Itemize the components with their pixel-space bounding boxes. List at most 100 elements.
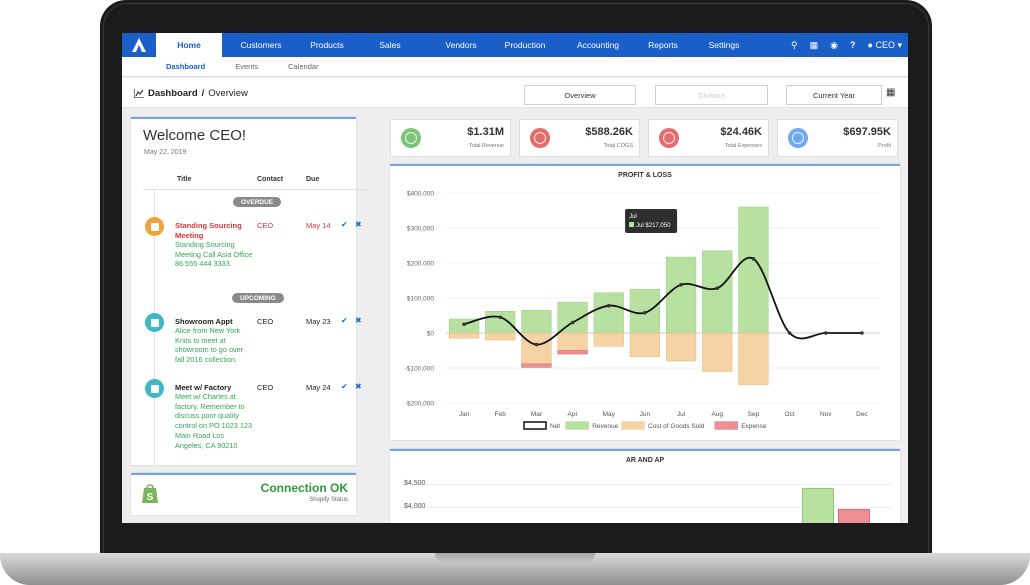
kpi-card[interactable]: $697.95K Profit — [777, 119, 898, 157]
y-tick-label: $100,000 — [407, 296, 434, 303]
kpi-value: $1.31M — [467, 126, 504, 138]
x-tick-label: May — [603, 411, 616, 418]
x-tick-label: Aug — [711, 411, 723, 418]
x-tick-label: Feb — [495, 411, 507, 418]
cogs-bar — [629, 332, 661, 358]
nav-production[interactable]: Production — [496, 33, 554, 57]
breadcrumb: Dashboard / Overview — [134, 88, 248, 99]
kpi-value: $24.46K — [720, 126, 762, 138]
event-due: May 14 — [306, 221, 331, 230]
cogs-bar — [665, 332, 697, 362]
breadcrumb-page: Overview — [208, 88, 248, 99]
kpi-card[interactable]: $1.31M Total Revenue — [390, 119, 511, 157]
net-point — [570, 320, 575, 325]
event-calendar-icon — [145, 313, 164, 332]
tooltip-swatch — [629, 222, 635, 228]
tooltip-box — [625, 209, 678, 234]
nav-accounting[interactable]: Accounting — [554, 33, 642, 57]
net-point — [498, 315, 503, 320]
globe-icon[interactable]: ◉ — [830, 40, 838, 51]
period-select[interactable]: Current Year — [786, 85, 882, 105]
revenue-bar — [521, 309, 552, 334]
y-tick-label: $200,000 — [407, 261, 434, 268]
check-icon[interactable]: ✔ — [341, 382, 348, 391]
net-point — [606, 303, 611, 308]
subnav-dashboard[interactable]: Dashboard — [166, 62, 205, 71]
ar-ap-panel: AR AND AP $4,500 $4,000 — [390, 449, 900, 523]
y-tick-label: -$100,000 — [405, 366, 435, 373]
nav-reports[interactable]: Reports — [642, 33, 684, 57]
cogs-bar — [448, 332, 480, 339]
help-icon[interactable]: ? — [850, 40, 856, 50]
expense-bar — [521, 363, 552, 368]
subnav-calendar[interactable]: Calendar — [288, 62, 318, 71]
legend-label: Cost of Goods Sold — [648, 423, 705, 430]
nav-sales[interactable]: Sales — [354, 33, 426, 57]
kpi-value: $697.95K — [843, 126, 891, 138]
gift-icon[interactable]: ▦ — [810, 40, 819, 51]
trend-icon — [659, 128, 679, 148]
event-contact: CEO — [257, 317, 274, 326]
app-logo-icon[interactable] — [122, 33, 156, 57]
shopify-bag-icon: S — [142, 484, 158, 503]
breadcrumb-title[interactable]: Dashboard — [148, 88, 198, 99]
expense-bar — [557, 350, 588, 355]
legend-swatch — [523, 421, 547, 430]
division-select[interactable]: Division — [655, 85, 768, 105]
kpi-label: Total Expenses — [724, 143, 762, 149]
x-tick-label: Jan — [459, 411, 470, 418]
calendar-icon[interactable]: ▦ — [886, 87, 895, 98]
user-label: CEO — [875, 39, 895, 50]
legend-label: Revenue — [592, 423, 618, 430]
nav-home[interactable]: Home — [156, 33, 222, 57]
close-icon[interactable]: ✖ — [355, 316, 362, 325]
x-tick-label: Mar — [531, 411, 543, 418]
revenue-bar — [593, 292, 624, 334]
cogs-bar — [738, 332, 769, 386]
nav-customers[interactable]: Customers — [222, 33, 300, 57]
nav-settings[interactable]: Settings — [684, 33, 764, 57]
y-tick-label: $400,000 — [407, 191, 434, 198]
user-menu[interactable]: ● CEO ▾ — [868, 40, 903, 51]
close-icon[interactable]: ✖ — [355, 382, 362, 391]
nav-vendors[interactable]: Vendors — [426, 33, 496, 57]
shopify-panel: S Connection OK Shopify Status — [131, 473, 356, 515]
legend-swatch — [714, 421, 738, 430]
svg-text:S: S — [147, 492, 154, 503]
check-icon[interactable]: ✔ — [341, 316, 348, 325]
welcome-panel: Welcome CEO! May 22, 2019 Title Contact … — [131, 117, 369, 467]
y-tick-label: -$200,000 — [405, 401, 435, 408]
close-icon[interactable]: ✖ — [355, 220, 362, 229]
event-title[interactable]: Standing Sourcing Meeting — [175, 221, 251, 240]
subnav-events[interactable]: Events — [235, 62, 258, 71]
kpi-card[interactable]: $24.46K Total Expenses — [648, 119, 769, 157]
kpi-label: Total Revenue — [468, 143, 504, 149]
x-tick-label: Apr — [568, 411, 579, 418]
search-icon[interactable]: ⚲ — [791, 40, 798, 51]
event-due: May 23 — [306, 317, 331, 326]
x-tick-label: Jul — [677, 411, 686, 418]
net-point — [534, 342, 539, 347]
shopify-status: Connection OK — [260, 481, 348, 495]
cogs-bar — [702, 332, 733, 372]
legend-label: Net — [550, 423, 560, 430]
event-calendar-icon — [145, 379, 164, 398]
tooltip-text: Jul $217,050 — [636, 223, 671, 229]
event-desc: Alice from New York Knits to meet at sho… — [175, 326, 244, 365]
top-nav: Home Customers Products Sales Vendors Pr… — [122, 33, 908, 57]
trend-icon — [530, 128, 550, 148]
kpi-card[interactable]: $588.26K Total COGS — [519, 119, 640, 157]
breadcrumb-sep: / — [201, 88, 205, 99]
revenue-bar — [738, 206, 769, 334]
divider — [143, 189, 369, 190]
net-point — [679, 282, 683, 287]
view-select[interactable]: Overview — [524, 85, 636, 105]
check-icon[interactable]: ✔ — [341, 220, 348, 229]
event-contact: CEO — [257, 383, 274, 392]
ap-bar — [838, 509, 870, 523]
x-tick-label: Sep — [748, 411, 760, 418]
net-point — [643, 310, 647, 315]
x-tick-label: Dec — [856, 411, 868, 418]
nav-products[interactable]: Products — [300, 33, 354, 57]
net-point — [860, 331, 864, 335]
